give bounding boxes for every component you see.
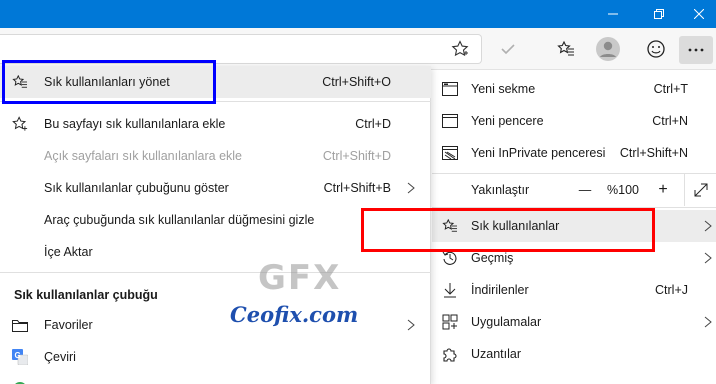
chevron-right-icon	[407, 319, 415, 334]
favorites-bar-section-title: Sık kullanılanlar çubuğu	[14, 288, 158, 302]
menu-item-new-tab[interactable]: Yeni sekme Ctrl+T	[432, 73, 716, 105]
minimize-button[interactable]	[590, 0, 636, 28]
fullscreen-expand-icon	[694, 183, 707, 197]
favorites-bar-item-label: Favoriler	[44, 318, 93, 332]
download-icon	[442, 282, 458, 298]
shortcut-text: Ctrl+T	[653, 82, 688, 96]
menu-item-extensions[interactable]: Uzantılar	[432, 338, 716, 370]
inprivate-icon	[442, 145, 458, 161]
menu-item-label: Araç çubuğunda sık kullanılanlar düğmesi…	[44, 213, 315, 227]
folder-icon	[12, 317, 28, 333]
shortcut-text: Ctrl+Shift+N	[619, 146, 688, 160]
highlight-box-red	[361, 208, 655, 252]
menu-separator	[0, 272, 431, 273]
menu-item-label: Yakınlaştır	[471, 183, 530, 197]
highlight-box-blue	[2, 60, 216, 104]
menu-item-label: İndirilenler	[471, 283, 529, 297]
menu-item-label: Uzantılar	[471, 347, 522, 361]
feedback-smiley-icon[interactable]	[644, 37, 668, 61]
menu-item-label: İçe Aktar	[44, 245, 93, 259]
menu-item-label: Uygulamalar	[471, 315, 542, 329]
favorites-bar-folder-favoriler[interactable]: Favoriler	[0, 309, 431, 341]
apps-icon	[442, 314, 458, 330]
favorites-icon[interactable]	[554, 37, 578, 61]
menu-item-label: Sık kullanılanlar çubuğunu göster	[44, 181, 229, 195]
watermark-logo: GFX	[258, 258, 342, 298]
fullscreen-button[interactable]	[684, 174, 716, 206]
zoom-plus-label: +	[658, 181, 668, 198]
menu-item-add-open-pages: Açık sayfaları sık kullanılanlara ekle C…	[0, 140, 431, 172]
history-icon	[442, 250, 458, 266]
menu-item-label: Geçmiş	[471, 251, 514, 265]
favorites-bar-item-label: Çeviri	[44, 350, 76, 364]
settings-more-button[interactable]	[679, 36, 713, 64]
zoom-minus-label: —	[578, 183, 592, 197]
chevron-right-icon	[704, 220, 712, 235]
menu-item-label: Yeni InPrivate penceresi	[471, 146, 606, 160]
watermark-site: Ceofix.com	[230, 302, 359, 327]
restore-button[interactable]	[636, 0, 682, 28]
zoom-level: %100	[602, 174, 644, 206]
menu-item-show-favorites-bar[interactable]: Sık kullanılanlar çubuğunu göster Ctrl+S…	[0, 172, 431, 204]
favorites-bar-item-ceviri[interactable]: G Çeviri	[0, 341, 431, 373]
close-icon	[694, 9, 704, 19]
shortcut-text: Ctrl+D	[355, 117, 391, 131]
restore-icon	[654, 9, 664, 19]
close-button[interactable]	[682, 0, 716, 28]
menu-item-downloads[interactable]: İndirilenler Ctrl+J	[432, 274, 716, 306]
svg-text:G: G	[15, 351, 21, 360]
more-dots-icon	[688, 48, 704, 52]
menu-item-label: Yeni sekme	[471, 82, 536, 96]
google-translate-icon: G	[12, 349, 28, 365]
menu-item-new-window[interactable]: Yeni pencere Ctrl+N	[432, 105, 716, 137]
zoom-out-button[interactable]: —	[570, 174, 600, 206]
favorites-bar-item-partial[interactable]	[0, 373, 431, 384]
new-tab-icon	[442, 81, 458, 97]
zoom-in-button[interactable]: +	[648, 174, 678, 206]
chevron-right-icon	[407, 182, 415, 197]
zoom-value: %100	[607, 183, 639, 197]
add-favorite-star-icon[interactable]	[448, 37, 472, 61]
menu-item-add-page-favorite[interactable]: Bu sayfayı sık kullanılanlara ekle Ctrl+…	[0, 108, 431, 140]
menu-item-label: Açık sayfaları sık kullanılanlara ekle	[44, 149, 243, 163]
menu-item-zoom: Yakınlaştır — %100 +	[432, 174, 716, 206]
puzzle-icon	[442, 346, 458, 362]
shortcut-text: Ctrl+Shift+D	[322, 149, 391, 163]
add-favorite-star-icon	[12, 116, 28, 132]
new-window-icon	[442, 113, 458, 129]
title-bar	[0, 0, 716, 28]
menu-item-label: Yeni pencere	[471, 114, 544, 128]
shortcut-text: Ctrl+N	[652, 114, 688, 128]
chevron-right-icon	[704, 252, 712, 267]
minimize-icon	[608, 13, 618, 15]
chevron-right-icon	[704, 316, 712, 331]
shortcut-text: Ctrl+J	[655, 283, 688, 297]
menu-item-new-inprivate[interactable]: Yeni InPrivate penceresi Ctrl+Shift+N	[432, 137, 716, 169]
profile-avatar-icon[interactable]	[596, 37, 620, 61]
checkmark-icon[interactable]	[496, 37, 520, 61]
menu-item-apps[interactable]: Uygulamalar	[432, 306, 716, 338]
shortcut-text: Ctrl+Shift+B	[323, 181, 391, 195]
shortcut-text: Ctrl+Shift+O	[322, 75, 391, 89]
menu-item-label: Bu sayfayı sık kullanılanlara ekle	[44, 117, 226, 131]
